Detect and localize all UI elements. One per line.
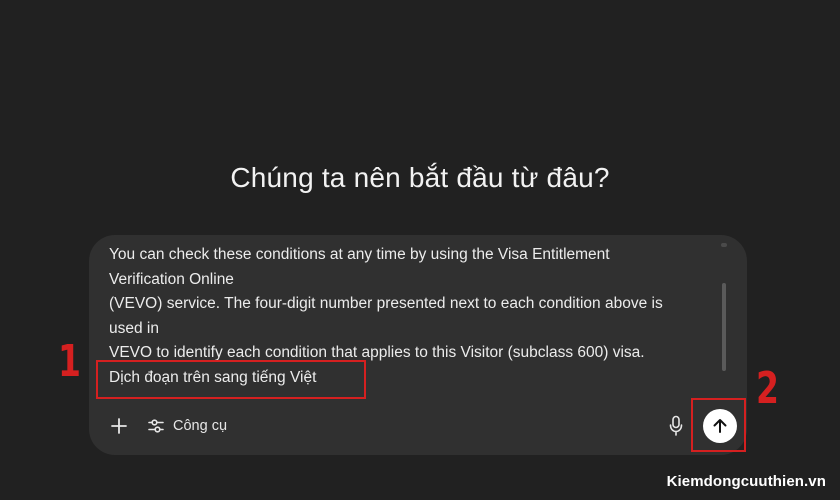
prompt-scrollbar[interactable] [721, 243, 727, 373]
page-heading: Chúng ta nên bắt đầu từ đâu? [230, 162, 610, 193]
prompt-line: used in [109, 319, 159, 337]
watermark: Kiemdongcuuthien.vn [666, 473, 826, 490]
microphone-icon [669, 415, 683, 436]
composer-toolbar: Công cụ [108, 414, 227, 438]
step-1-marker: 1 [58, 336, 81, 387]
scroll-up-arrow[interactable] [721, 243, 727, 247]
step-2-marker: 2 [756, 363, 779, 414]
scroll-thumb[interactable] [722, 283, 726, 371]
prompt-line: You can check these conditions at any ti… [109, 246, 610, 263]
plus-icon [111, 418, 127, 434]
instruction-highlight-box [96, 360, 366, 399]
add-attachment-button[interactable] [108, 415, 130, 437]
tools-label: Công cụ [173, 418, 228, 434]
send-button-highlight-box [691, 398, 746, 452]
prompt-line: (VEVO) service. The four-digit number pr… [109, 295, 663, 312]
tools-button[interactable]: Công cụ [147, 417, 227, 435]
voice-input-button[interactable] [667, 415, 685, 437]
sliders-icon [148, 419, 164, 433]
prompt-line: Verification Online [109, 270, 234, 288]
